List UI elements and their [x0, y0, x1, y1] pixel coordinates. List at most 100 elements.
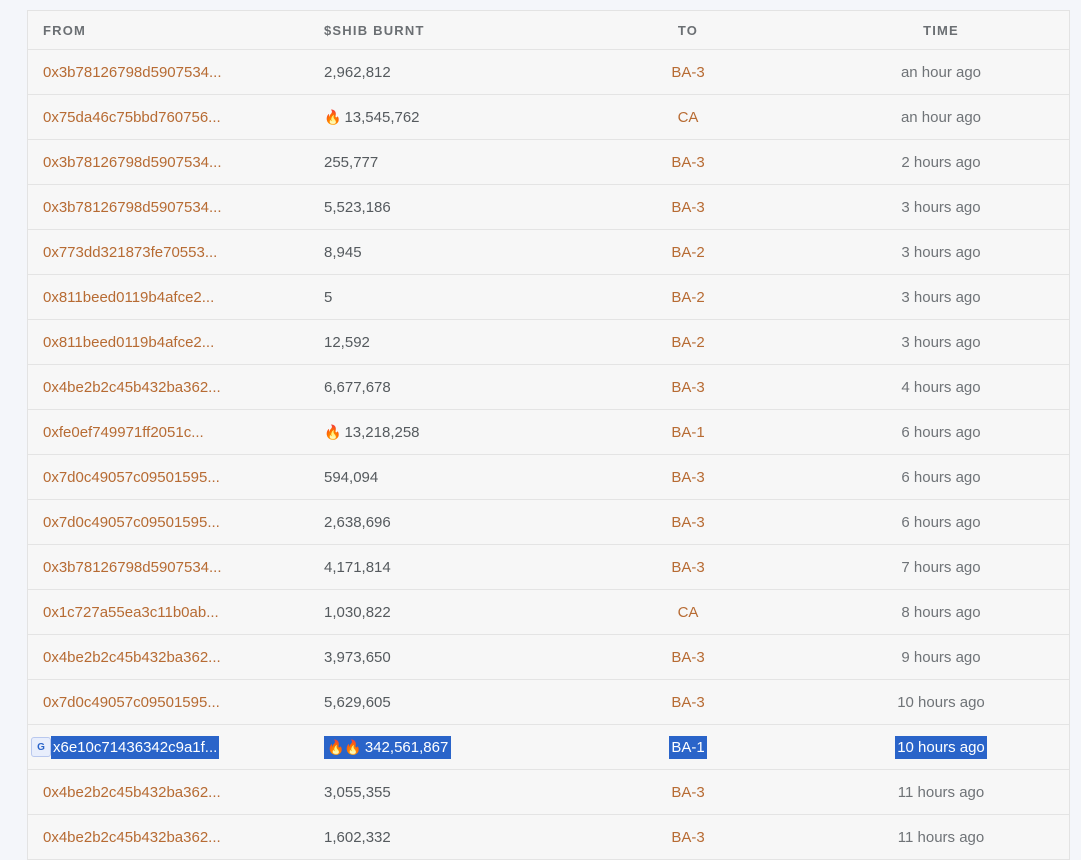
from-address-link[interactable]: 0x3b78126798d5907534...: [43, 154, 222, 171]
to-destination-link[interactable]: BA-3: [671, 694, 704, 711]
to-destination-link[interactable]: BA-3: [671, 64, 704, 81]
from-address-link[interactable]: 0x7d0c49057c09501595...: [43, 469, 220, 486]
from-address-link[interactable]: 0x3b78126798d5907534...: [43, 199, 222, 216]
shib-burnt-value-group: 4,171,814: [324, 559, 391, 576]
shib-burnt-cell: 🔥🔥 342,561,867: [324, 725, 584, 769]
from-cell: 0x7d0c49057c09501595...: [43, 455, 313, 499]
shib-burnt-amount: 342,561,867: [364, 738, 449, 756]
time-cell: 6 hours ago: [841, 500, 1041, 544]
to-destination-link[interactable]: CA: [678, 604, 699, 621]
from-address-link[interactable]: 0x4be2b2c45b432ba362...: [43, 379, 221, 396]
to-cell: BA-3: [588, 185, 788, 229]
from-cell: 0xfe0ef749971ff2051c...: [43, 410, 313, 454]
table-row: 0x4be2b2c45b432ba362... 3,055,355 BA-3 11 h…: [28, 770, 1069, 815]
shib-burnt-value-group: 1,602,332: [324, 829, 391, 846]
to-destination-link[interactable]: BA-3: [671, 829, 704, 846]
time-ago-text: 10 hours ago: [895, 735, 987, 759]
to-destination-link[interactable]: BA-2: [671, 244, 704, 261]
time-cell: 10 hours ago: [841, 725, 1041, 769]
to-destination-link[interactable]: BA-2: [671, 289, 704, 306]
shib-burnt-cell: 2,638,696: [324, 500, 584, 544]
from-address-link[interactable]: 0x811beed0119b4afce2...: [43, 334, 214, 351]
to-cell: BA-3: [588, 500, 788, 544]
time-cell: 9 hours ago: [841, 635, 1041, 679]
header-from[interactable]: FROM: [43, 11, 313, 49]
time-cell: 6 hours ago: [841, 410, 1041, 454]
header-time[interactable]: TIME: [841, 11, 1041, 49]
from-address-link[interactable]: 0x4be2b2c45b432ba362...: [43, 829, 221, 846]
table-row: 0x811beed0119b4afce2... 5 BA-2 3 hours ago: [28, 275, 1069, 320]
fire-icon: 🔥: [324, 424, 342, 440]
from-address-link[interactable]: 0x75da46c75bbd760756...: [43, 109, 221, 126]
shib-burnt-cell: 1,030,822: [324, 590, 584, 634]
time-cell: 3 hours ago: [841, 185, 1041, 229]
table-header-row: FROM $SHIB BURNT TO TIME: [28, 11, 1069, 50]
shib-burnt-value-group: 6,677,678: [324, 379, 391, 396]
to-destination-link[interactable]: BA-1: [669, 735, 707, 759]
from-cell: 0x4be2b2c45b432ba362...: [43, 815, 313, 859]
shib-burnt-value-group: 594,094: [324, 469, 378, 486]
shib-burnt-cell: 🔥 13,545,762: [324, 95, 584, 139]
to-destination-link[interactable]: BA-3: [671, 469, 704, 486]
time-cell: 6 hours ago: [841, 455, 1041, 499]
to-cell: CA: [588, 95, 788, 139]
to-destination-link[interactable]: BA-3: [671, 379, 704, 396]
translate-icon[interactable]: G: [31, 737, 51, 757]
shib-burnt-cell: 🔥 13,218,258: [324, 410, 584, 454]
time-ago-text: 9 hours ago: [901, 648, 981, 666]
to-destination-link[interactable]: BA-1: [671, 424, 704, 441]
to-destination-link[interactable]: BA-2: [671, 334, 704, 351]
from-address-link[interactable]: 0xfe0ef749971ff2051c...: [43, 424, 204, 441]
time-ago-text: 8 hours ago: [901, 603, 981, 621]
shib-burnt-cell: 4,171,814: [324, 545, 584, 589]
time-ago-text: 6 hours ago: [901, 423, 981, 441]
shib-burnt-value-group: 5,629,605: [324, 694, 391, 711]
to-cell: BA-3: [588, 815, 788, 859]
header-to[interactable]: TO: [588, 11, 788, 49]
shib-burnt-amount: 2,962,812: [324, 63, 391, 81]
to-destination-link[interactable]: BA-3: [671, 154, 704, 171]
shib-burnt-amount: 3,973,650: [324, 648, 391, 666]
to-destination-link[interactable]: BA-3: [671, 784, 704, 801]
to-destination-link[interactable]: BA-3: [671, 649, 704, 666]
shib-burnt-cell: 6,677,678: [324, 365, 584, 409]
shib-burnt-value-group: 12,592: [324, 334, 370, 351]
shib-burnt-amount: 5,523,186: [324, 198, 391, 216]
shib-burnt-value-group: 3,973,650: [324, 649, 391, 666]
time-ago-text: 7 hours ago: [901, 558, 981, 576]
shib-burnt-value-group: 1,030,822: [324, 604, 391, 621]
table-row: 0x1c727a55ea3c11b0ab... 1,030,822 CA 8 hour…: [28, 590, 1069, 635]
to-destination-link[interactable]: BA-3: [671, 559, 704, 576]
from-address-link[interactable]: 0x773dd321873fe70553...: [43, 244, 217, 261]
shib-burnt-amount: 3,055,355: [324, 783, 391, 801]
from-address-link[interactable]: 0x3b78126798d5907534...: [43, 559, 222, 576]
table-row: 0x811beed0119b4afce2... 12,592 BA-2 3 hours…: [28, 320, 1069, 365]
shib-burnt-cell: 12,592: [324, 320, 584, 364]
time-ago-text: 3 hours ago: [901, 243, 981, 261]
from-cell: 0x4be2b2c45b432ba362...: [43, 770, 313, 814]
from-cell: 0x773dd321873fe70553...: [43, 230, 313, 274]
from-address-link[interactable]: 0x4be2b2c45b432ba362...: [43, 784, 221, 801]
from-address-link[interactable]: 0x7d0c49057c09501595...: [43, 514, 220, 531]
from-address-link[interactable]: 0x4be2b2c45b432ba362...: [43, 649, 221, 666]
shib-burnt-amount: 2,638,696: [324, 513, 391, 531]
header-shib-burnt[interactable]: $SHIB BURNT: [324, 11, 584, 49]
time-cell: an hour ago: [841, 50, 1041, 94]
from-cell: 0x811beed0119b4afce2...: [43, 275, 313, 319]
from-address-link[interactable]: 0x811beed0119b4afce2...: [43, 289, 214, 306]
to-destination-link[interactable]: BA-3: [671, 199, 704, 216]
from-address-link[interactable]: 0x1c727a55ea3c11b0ab...: [43, 604, 219, 621]
from-address-link[interactable]: 0x7d0c49057c09501595...: [43, 694, 220, 711]
to-destination-link[interactable]: CA: [678, 109, 699, 126]
from-address-link[interactable]: x6e10c71436342c9a1f...: [51, 735, 220, 759]
time-cell: 2 hours ago: [841, 140, 1041, 184]
time-ago-text: 6 hours ago: [901, 513, 981, 531]
shib-burnt-value-group: 5,523,186: [324, 199, 391, 216]
table-row: 0x7d0c49057c09501595... 5,629,605 BA-3 10 h…: [28, 680, 1069, 725]
to-destination-link[interactable]: BA-3: [671, 514, 704, 531]
table-row: 0x4be2b2c45b432ba362... 3,973,650 BA-3 9 ho…: [28, 635, 1069, 680]
from-address-link[interactable]: 0x3b78126798d5907534...: [43, 64, 222, 81]
time-cell: 7 hours ago: [841, 545, 1041, 589]
time-ago-text: 4 hours ago: [901, 378, 981, 396]
shib-burnt-value-group: 3,055,355: [324, 784, 391, 801]
